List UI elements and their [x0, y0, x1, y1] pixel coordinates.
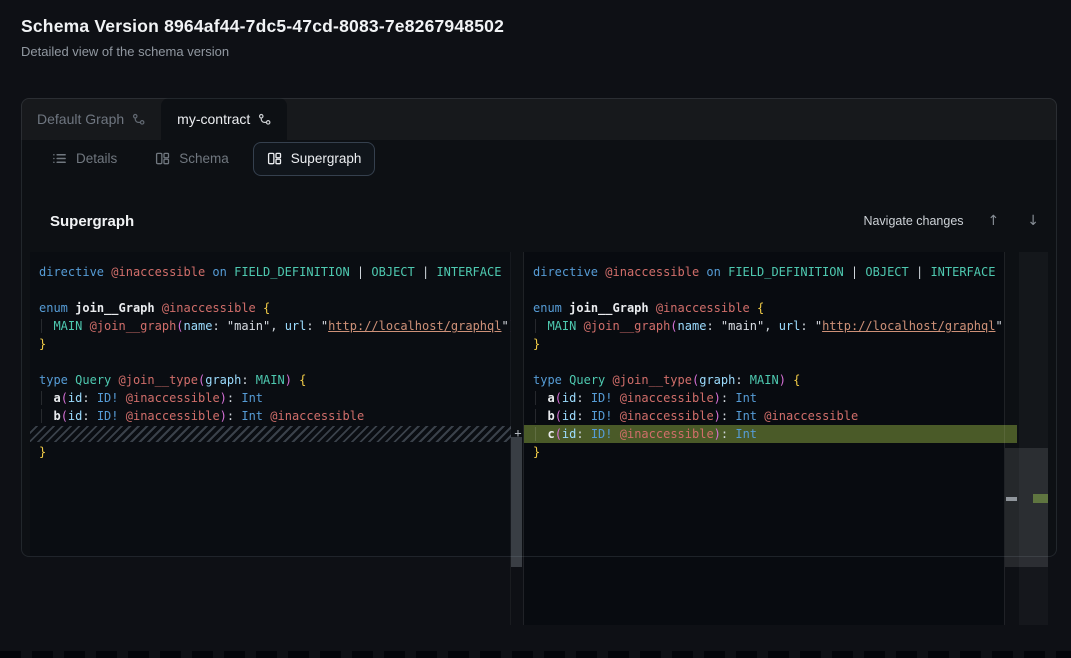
tab-label: Default Graph [37, 111, 124, 127]
subtab-label: Details [76, 151, 117, 166]
diff-add-marker: + [512, 424, 524, 442]
columns-icon [155, 151, 170, 166]
bottom-dashed-divider [0, 651, 1071, 658]
minimap-scrollbar-thumb[interactable] [1005, 448, 1048, 567]
code-line: enum join__Graph @inaccessible { [30, 299, 511, 317]
diff-placeholder-line [30, 426, 511, 442]
code-line: type Query @join__type(graph: MAIN) { [30, 371, 511, 389]
subtab-schema[interactable]: Schema [141, 142, 243, 176]
code-line: b(id: ID! @inaccessible): Int @inaccessi… [524, 407, 1004, 425]
code-line: MAIN @join__graph(name: "main", url: "ht… [524, 317, 1004, 335]
schema-version-page: Schema Version 8964af44-7dc5-47cd-8083-7… [0, 0, 1071, 658]
diff-pane-modified[interactable]: directive @inaccessible on FIELD_DEFINIT… [524, 252, 1004, 625]
indent-guide [41, 319, 42, 333]
minimap-added-mark [1033, 494, 1048, 503]
minimap-cursor-mark [1006, 497, 1017, 501]
tab-default-graph[interactable]: Default Graph [21, 98, 161, 140]
view-subtabs: Details Schema [21, 140, 1057, 177]
panel-heading: Supergraph [50, 213, 134, 230]
indent-guide [535, 409, 536, 423]
navigate-down-button[interactable]: ↓ [1023, 212, 1043, 230]
subtab-label: Supergraph [291, 151, 362, 166]
code-line: MAIN @join__graph(name: "main", url: "ht… [30, 317, 511, 335]
code-line: a(id: ID! @inaccessible): Int [30, 389, 511, 407]
indent-guide [41, 391, 42, 405]
modified-code: directive @inaccessible on FIELD_DEFINIT… [524, 252, 1004, 461]
code-line: enum join__Graph @inaccessible { [524, 299, 1004, 317]
indent-guide [535, 391, 536, 405]
columns-icon [267, 151, 282, 166]
navigate-changes-label: Navigate changes [863, 214, 963, 228]
indent-guide [535, 427, 536, 441]
tab-my-contract[interactable]: my-contract [161, 98, 287, 140]
indent-guide [41, 409, 42, 423]
indent-guide [535, 319, 536, 333]
original-code: directive @inaccessible on FIELD_DEFINIT… [30, 252, 511, 461]
code-line: } [524, 443, 1004, 461]
subtab-label: Schema [179, 151, 229, 166]
list-icon [52, 151, 67, 166]
code-line: } [30, 443, 511, 461]
added-code-line: c(id: ID! @inaccessible): Int [524, 425, 1004, 443]
left-scrollbar-thumb[interactable] [511, 437, 522, 567]
code-line: directive @inaccessible on FIELD_DEFINIT… [30, 263, 511, 281]
diff-editor: directive @inaccessible on FIELD_DEFINIT… [30, 252, 1047, 625]
arrow-down-icon: ↓ [1027, 213, 1039, 229]
code-line: a(id: ID! @inaccessible): Int [524, 389, 1004, 407]
arrow-up-icon: ↑ [988, 213, 1000, 229]
graph-tabbar: Default Graph my-contract [21, 98, 1057, 140]
minimap[interactable] [1004, 252, 1047, 625]
code-line: b(id: ID! @inaccessible): Int @inaccessi… [30, 407, 511, 425]
navigate-changes: Navigate changes ↑ ↓ [863, 212, 1043, 230]
code-line: } [30, 335, 511, 353]
code-line: type Query @join__type(graph: MAIN) { [524, 371, 1004, 389]
code-line [524, 281, 1004, 299]
contract-fork-icon [132, 113, 145, 126]
minimap-column [1019, 252, 1048, 625]
code-line [30, 281, 511, 299]
code-line [524, 353, 1004, 371]
code-line: directive @inaccessible on FIELD_DEFINIT… [524, 263, 1004, 281]
diff-pane-original[interactable]: directive @inaccessible on FIELD_DEFINIT… [30, 252, 511, 557]
code-line: } [524, 335, 1004, 353]
navigate-up-button[interactable]: ↑ [984, 212, 1004, 230]
subtab-supergraph[interactable]: Supergraph [253, 142, 376, 176]
page-title: Schema Version 8964af44-7dc5-47cd-8083-7… [21, 16, 504, 37]
subtab-details[interactable]: Details [38, 142, 131, 176]
tab-label: my-contract [177, 111, 250, 127]
contract-fork-icon [258, 113, 271, 126]
code-line [30, 353, 511, 371]
page-subtitle: Detailed view of the schema version [21, 44, 229, 59]
